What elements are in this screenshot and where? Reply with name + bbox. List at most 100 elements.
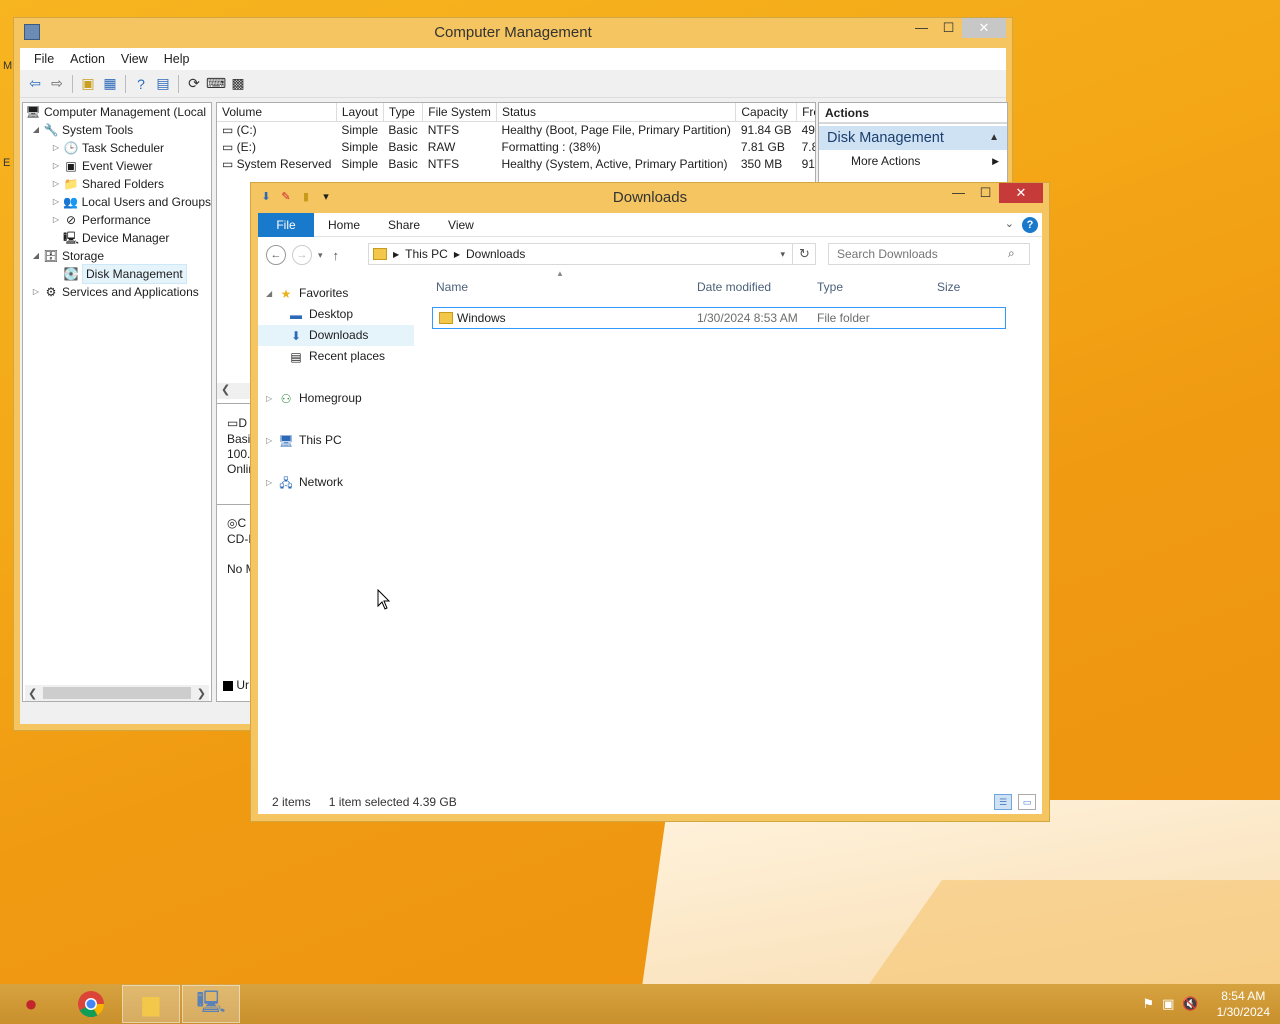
tree-item-device-manager[interactable]: 🖳 Device Manager [23, 229, 211, 247]
tree-item-services-applications[interactable]: ▷ ⚙ Services and Applications [23, 283, 211, 301]
table-row[interactable]: ▭ System Reserved Simple Basic NTFS Heal… [217, 155, 815, 172]
table-row[interactable]: ▭ (C:) Simple Basic NTFS Healthy (Boot, … [217, 121, 815, 138]
address-bar[interactable]: ▶ This PC ▶ Downloads ▾ [368, 243, 816, 265]
volume-muted-icon[interactable]: 🔇 [1182, 996, 1198, 1012]
help-icon[interactable]: ? [132, 75, 150, 93]
tree-item-local-users-groups[interactable]: ▷ 👥 Local Users and Groups [23, 193, 211, 211]
navigation-pane[interactable]: ◢ ★ Favorites ▬ Desktop ⬇ Downloads ▤ Re… [258, 277, 428, 777]
console-tree[interactable]: 🖥 Computer Management (Local ◢ 🔧 System … [22, 102, 212, 702]
properties-icon[interactable]: ▤ [154, 75, 172, 93]
up-arrow-icon[interactable]: ↑ [333, 248, 340, 263]
tree-item-storage[interactable]: ◢ 🗄 Storage [23, 247, 211, 265]
close-button[interactable]: ✕ [999, 183, 1043, 203]
nav-desktop[interactable]: ▬ Desktop [258, 304, 428, 325]
network-status-icon[interactable]: ▣ [1162, 996, 1174, 1012]
action-center-flag-icon[interactable]: ⚑ [1142, 996, 1154, 1012]
help-icon[interactable]: ? [1022, 217, 1038, 233]
details-view-icon[interactable]: ☰ [994, 794, 1012, 810]
nav-this-pc[interactable]: ▷ 🖥 This PC [258, 430, 428, 451]
breadcrumb-this-pc[interactable]: This PC [405, 247, 448, 261]
recent-locations-icon[interactable]: ▾ [318, 250, 323, 261]
scroll-right-icon[interactable]: ❯ [197, 687, 206, 700]
menu-view[interactable]: View [113, 52, 156, 66]
tab-share[interactable]: Share [374, 218, 434, 232]
menu-action[interactable]: Action [62, 52, 113, 66]
tree-item-system-tools[interactable]: ◢ 🔧 System Tools [23, 121, 211, 139]
expand-ribbon-icon[interactable]: ⌄ [1005, 217, 1014, 230]
clock[interactable]: 8:54 AM 1/30/2024 [1217, 988, 1270, 1020]
breadcrumb-downloads[interactable]: Downloads [466, 247, 525, 261]
menu-file[interactable]: File [26, 52, 62, 66]
nav-downloads[interactable]: ⬇ Downloads [258, 325, 414, 346]
col-type[interactable]: Type [817, 280, 843, 294]
nav-favorites[interactable]: ◢ ★ Favorites [258, 283, 428, 304]
col-file-system[interactable]: File System [422, 103, 497, 122]
tree-item-event-viewer[interactable]: ▷ ▣ Event Viewer [23, 157, 211, 175]
expand-arrow-icon[interactable]: ▷ [266, 430, 276, 451]
nav-recent-places[interactable]: ▤ Recent places [258, 346, 428, 367]
show-hide-tree-icon[interactable]: ▦ [101, 75, 119, 93]
forward-arrow-icon[interactable]: ⇨ [48, 75, 66, 93]
expand-arrow-icon[interactable]: ▷ [266, 472, 276, 493]
tree-item-disk-management[interactable]: 💽 Disk Management [23, 264, 211, 284]
expand-arrow-icon[interactable]: ▷ [266, 388, 276, 409]
collapse-up-icon[interactable]: ▲ [989, 126, 999, 150]
minimize-button[interactable]: — [908, 18, 935, 38]
export-list-icon[interactable]: ⌨ [206, 75, 226, 93]
breadcrumb-separator-icon[interactable]: ▶ [454, 250, 460, 259]
search-input[interactable] [828, 243, 1030, 265]
tree-item-shared-folders[interactable]: ▷ 📁 Shared Folders [23, 175, 211, 193]
refresh-button[interactable]: ↻ [792, 243, 816, 265]
breadcrumb-separator-icon[interactable]: ▶ [393, 250, 399, 259]
tree-item-computer-management[interactable]: 🖥 Computer Management (Local [23, 103, 211, 121]
nav-network[interactable]: ▷ 🖧 Network [258, 472, 428, 493]
search-icon[interactable]: ⌕ [1008, 246, 1015, 261]
collapse-arrow-icon[interactable]: ◢ [31, 247, 41, 265]
explorer-window[interactable]: ⬇ ✎ ▮ ▾ Downloads — ☐ ✕ File Home Share … [250, 182, 1050, 822]
col-status[interactable]: Status [496, 103, 737, 122]
large-icons-view-icon[interactable]: ▭ [1018, 794, 1036, 810]
taskbar-file-explorer-icon[interactable]: ▆ [122, 985, 180, 1023]
scroll-left-icon[interactable]: ❮ [28, 687, 37, 700]
actions-section-disk-management[interactable]: Disk Management ▲ [819, 126, 1007, 150]
nav-homegroup[interactable]: ▷ ⚇ Homegroup [258, 388, 428, 409]
address-dropdown-icon[interactable]: ▾ [780, 249, 785, 260]
taskbar-chrome-icon[interactable] [62, 985, 120, 1023]
refresh-icon[interactable]: ⟳ [185, 75, 203, 93]
menu-help[interactable]: Help [156, 52, 198, 66]
back-arrow-icon[interactable]: ⇦ [26, 75, 44, 93]
forward-button[interactable]: → [292, 245, 312, 265]
up-folder-icon[interactable]: ▣ [79, 75, 97, 93]
tree-item-performance[interactable]: ▷ ⊘ Performance [23, 211, 211, 229]
col-type[interactable]: Type [383, 103, 424, 122]
minimize-button[interactable]: — [945, 183, 972, 203]
tab-file[interactable]: File [258, 212, 314, 237]
close-button[interactable]: ✕ [962, 18, 1006, 38]
table-row[interactable]: ▭ (E:) Simple Basic RAW Formatting : (38… [217, 138, 815, 155]
collapse-arrow-icon[interactable]: ◢ [31, 121, 41, 139]
maximize-button[interactable]: ☐ [972, 183, 999, 203]
expand-arrow-icon[interactable]: ▷ [51, 211, 61, 229]
col-name[interactable]: Name [436, 280, 468, 294]
disk-settings-icon[interactable]: ▩ [229, 75, 247, 93]
scrollbar-thumb[interactable] [43, 687, 191, 699]
back-button[interactable]: ← [266, 245, 286, 265]
file-list[interactable]: ▲ Name Date modified Type Size Windows 1… [432, 269, 1032, 777]
expand-arrow-icon[interactable]: ▷ [31, 283, 41, 301]
col-layout[interactable]: Layout [336, 103, 384, 122]
tab-view[interactable]: View [434, 218, 488, 232]
collapse-arrow-icon[interactable]: ◢ [266, 283, 276, 304]
expand-arrow-icon[interactable]: ▷ [51, 175, 61, 193]
maximize-button[interactable]: ☐ [935, 18, 962, 38]
tree-item-task-scheduler[interactable]: ▷ 🕒 Task Scheduler [23, 139, 211, 157]
col-date-modified[interactable]: Date modified [697, 280, 771, 294]
taskbar-computer-management-icon[interactable]: 🖳 [182, 985, 240, 1023]
expand-arrow-icon[interactable]: ▷ [51, 139, 61, 157]
col-size[interactable]: Size [937, 280, 960, 294]
col-volume[interactable]: Volume [217, 103, 337, 122]
more-actions-item[interactable]: More Actions ▶ [819, 150, 1007, 172]
taskbar-app-ornament-icon[interactable]: ● [2, 985, 60, 1023]
tree-horizontal-scrollbar[interactable]: ❮ ❯ [25, 685, 209, 701]
col-free[interactable]: Free [796, 103, 815, 122]
expand-arrow-icon[interactable]: ▷ [51, 157, 61, 175]
